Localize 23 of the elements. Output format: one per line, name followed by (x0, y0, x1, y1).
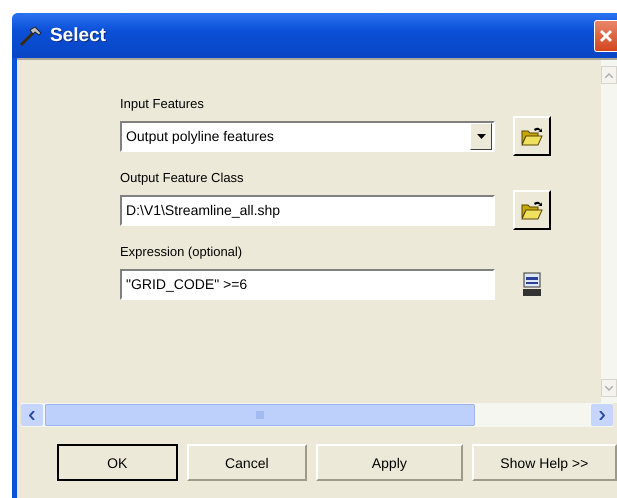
browse-button[interactable] (513, 190, 551, 230)
scroll-right-icon[interactable] (591, 404, 613, 426)
browse-button[interactable] (513, 116, 551, 156)
dialog-button[interactable]: Show Help >> (472, 444, 617, 481)
hammer-icon (18, 24, 44, 46)
horizontal-scrollbar[interactable] (21, 403, 613, 427)
close-button[interactable] (594, 20, 617, 52)
dialog-button[interactable]: OK (57, 444, 178, 481)
scroll-thumb[interactable] (45, 404, 475, 426)
field-label: Input Features (120, 96, 205, 111)
input-field[interactable]: D:\V1\Streamline_all.shp (120, 194, 495, 226)
open-folder-icon (520, 125, 544, 147)
window-title: Select (50, 24, 107, 46)
field-label: Output Feature Class (120, 170, 245, 185)
open-folder-icon (520, 199, 544, 221)
dialog-button[interactable]: Cancel (186, 444, 308, 481)
dropdown-field[interactable]: Output polyline features (120, 120, 495, 152)
field-label: Expression (optional) (120, 244, 244, 259)
scroll-left-icon[interactable] (21, 404, 43, 426)
close-icon (599, 28, 613, 42)
dialog-button[interactable]: Apply (316, 444, 463, 481)
input-field[interactable]: "GRID_CODE" >=6 (120, 268, 495, 300)
sql-icon (521, 271, 543, 297)
